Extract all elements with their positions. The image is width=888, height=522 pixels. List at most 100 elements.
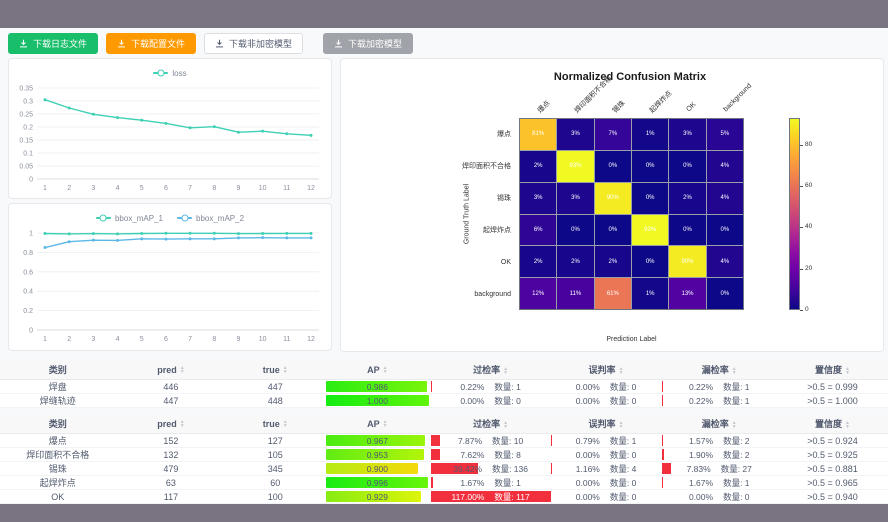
matrix-col-label: 爆点 xyxy=(535,98,551,114)
column-header-true[interactable]: true▲▼ xyxy=(226,414,324,434)
sort-caret-icon[interactable]: ▲▼ xyxy=(383,366,388,374)
column-header-ap[interactable]: AP▲▼ xyxy=(324,414,431,434)
rate-percent: 0.22% xyxy=(460,382,484,392)
toolbar: 下载日志文件下载配置文件下载非加密模型 下载加密模型 xyxy=(8,33,413,54)
legend-item-loss[interactable]: loss xyxy=(153,69,186,78)
matrix-cell: 3% xyxy=(557,183,593,214)
column-header-true[interactable]: true▲▼ xyxy=(226,360,324,380)
rate-bar xyxy=(662,395,663,406)
svg-text:11: 11 xyxy=(283,185,290,192)
column-header-miss[interactable]: 漏检率▲▼ xyxy=(662,414,777,434)
svg-text:0.1: 0.1 xyxy=(23,151,33,158)
svg-text:1: 1 xyxy=(29,231,33,238)
column-header-mis[interactable]: 误判率▲▼ xyxy=(551,360,662,380)
sort-caret-icon[interactable]: ▲▼ xyxy=(180,366,185,374)
sort-caret-icon[interactable]: ▲▼ xyxy=(845,367,850,375)
download-config-button[interactable]: 下载配置文件 xyxy=(106,33,196,54)
rate-count: 数量: 0 xyxy=(610,478,636,488)
rate-bar xyxy=(662,463,671,474)
column-header-conf[interactable]: 置信度▲▼ xyxy=(777,360,888,380)
rate-bar xyxy=(431,381,432,392)
svg-text:0.4: 0.4 xyxy=(23,289,33,296)
cell-ap: 0.900 xyxy=(324,462,431,476)
series-line-bbox_mAP_1 xyxy=(45,233,311,234)
sort-caret-icon[interactable]: ▲▼ xyxy=(619,421,624,429)
legend-item-bbox_mAP_1[interactable]: bbox_mAP_1 xyxy=(96,214,163,223)
download-log-button[interactable]: 下载日志文件 xyxy=(8,33,98,54)
legend-item-bbox_mAP_2[interactable]: bbox_mAP_2 xyxy=(177,214,244,223)
matrix-cell: 93% xyxy=(557,151,593,182)
cell-class-name: 焊印面积不合格 xyxy=(0,448,115,462)
ap-value: 1.000 xyxy=(367,396,388,406)
table-row: 爆点1521270.9677.87%数量: 100.79%数量: 11.57%数… xyxy=(0,434,888,448)
colorbar-tick-mark xyxy=(800,227,803,228)
svg-text:2: 2 xyxy=(67,185,71,192)
cell-over-rate: 0.22%数量: 1 xyxy=(431,380,551,394)
cell-mis-rate: 0.00%数量: 0 xyxy=(551,380,662,394)
rate-bar xyxy=(551,463,552,474)
rate-count: 数量: 0 xyxy=(610,382,636,392)
rate-count: 数量: 1 xyxy=(610,436,636,446)
column-header-ap[interactable]: AP▲▼ xyxy=(324,360,431,380)
matrix-cell: 93% xyxy=(632,215,668,246)
sort-caret-icon[interactable]: ▲▼ xyxy=(383,420,388,428)
cell-true: 447 xyxy=(226,380,324,394)
column-header-conf[interactable]: 置信度▲▼ xyxy=(777,414,888,434)
column-header-label: AP xyxy=(367,365,380,375)
column-header-mis[interactable]: 误判率▲▼ xyxy=(551,414,662,434)
cell-ap: 0.996 xyxy=(324,476,431,490)
cell-miss-rate: 1.57%数量: 2 xyxy=(662,434,777,448)
cell-class-name: 爆点 xyxy=(0,434,115,448)
column-header-pred[interactable]: pred▲▼ xyxy=(115,360,226,380)
sort-caret-icon[interactable]: ▲▼ xyxy=(732,421,737,429)
svg-text:1: 1 xyxy=(43,185,47,192)
svg-text:0.25: 0.25 xyxy=(19,112,33,119)
rate-bar xyxy=(551,435,552,446)
sort-caret-icon[interactable]: ▲▼ xyxy=(180,420,185,428)
sort-caret-icon[interactable]: ▲▼ xyxy=(732,367,737,375)
rate-percent: 0.00% xyxy=(460,396,484,406)
matrix-cell: 0% xyxy=(557,215,593,246)
svg-text:0: 0 xyxy=(29,328,33,335)
download-encrypted-model-button[interactable]: 下载加密模型 xyxy=(323,33,413,54)
column-header-miss[interactable]: 漏检率▲▼ xyxy=(662,360,777,380)
cell-confidence: >0.5 = 0.881 xyxy=(777,462,888,476)
column-header-label: true xyxy=(263,419,280,429)
matrix-row-label: 焊印面积不合格 xyxy=(341,150,511,182)
cell-true: 100 xyxy=(226,490,324,504)
rate-count: 数量: 4 xyxy=(610,464,636,474)
column-header-over[interactable]: 过检率▲▼ xyxy=(431,414,551,434)
column-header-over[interactable]: 过检率▲▼ xyxy=(431,360,551,380)
matrix-col-label: background xyxy=(723,82,755,114)
sort-caret-icon[interactable]: ▲▼ xyxy=(845,421,850,429)
svg-text:0.3: 0.3 xyxy=(23,99,33,106)
matrix-cell: 3% xyxy=(557,119,593,150)
table-row: 焊盘4464470.9860.22%数量: 10.00%数量: 00.22%数量… xyxy=(0,380,888,394)
button-label: 下载加密模型 xyxy=(348,37,402,50)
sort-caret-icon[interactable]: ▲▼ xyxy=(619,367,624,375)
matrix-cell: 12% xyxy=(520,278,556,309)
sort-caret-icon[interactable]: ▲▼ xyxy=(283,420,288,428)
matrix-cell: 3% xyxy=(669,119,705,150)
rate-bar xyxy=(662,435,664,446)
column-header-label: 类别 xyxy=(49,419,67,429)
column-header-label: 漏检率 xyxy=(702,419,729,429)
rate-percent: 1.90% xyxy=(689,450,713,460)
rate-count: 数量: 0 xyxy=(494,396,520,406)
svg-text:6: 6 xyxy=(164,185,168,192)
download-unencrypted-model-button[interactable]: 下载非加密模型 xyxy=(204,33,303,54)
sort-caret-icon[interactable]: ▲▼ xyxy=(503,367,508,375)
loss-chart-card: loss 00.050.10.150.20.250.30.35123456789… xyxy=(8,58,332,199)
column-header-label: 置信度 xyxy=(815,419,842,429)
cell-true: 105 xyxy=(226,448,324,462)
svg-text:7: 7 xyxy=(188,336,192,343)
column-header-pred[interactable]: pred▲▼ xyxy=(115,414,226,434)
rate-count: 数量: 1 xyxy=(723,382,749,392)
sort-caret-icon[interactable]: ▲▼ xyxy=(503,421,508,429)
colorbar xyxy=(789,118,800,310)
svg-text:1: 1 xyxy=(43,336,47,343)
svg-text:9: 9 xyxy=(237,336,241,343)
matrix-cell: 0% xyxy=(669,151,705,182)
sort-caret-icon[interactable]: ▲▼ xyxy=(283,366,288,374)
rate-percent: 7.87% xyxy=(458,436,482,446)
